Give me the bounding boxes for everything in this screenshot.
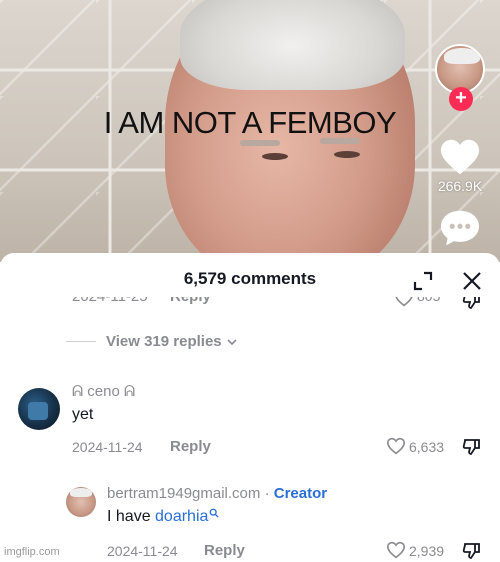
comment-text-prefix: I have bbox=[107, 508, 156, 525]
heart-icon[interactable] bbox=[439, 138, 481, 176]
search-link[interactable]: doarhia bbox=[155, 508, 208, 525]
creator-avatar-small[interactable] bbox=[66, 487, 96, 517]
comment-item: ᕱ ceno ᕱ yet 2024-11-24 Reply 6,633 bbox=[0, 378, 500, 468]
creator-username[interactable]: bertram1949gmail.com bbox=[107, 485, 260, 502]
like-count: 266.9K bbox=[437, 178, 483, 194]
comment-date: 2024-11-24 bbox=[107, 543, 178, 559]
cut-dislike-icon bbox=[462, 297, 480, 309]
close-icon[interactable] bbox=[461, 270, 483, 292]
reply-thread-line bbox=[66, 341, 96, 342]
view-replies-label: View 319 replies bbox=[106, 333, 222, 350]
heart-outline-icon[interactable] bbox=[386, 541, 406, 559]
reply-button[interactable]: Reply bbox=[170, 438, 211, 455]
left-eye bbox=[262, 153, 288, 160]
creator-username-line[interactable]: bertram1949gmail.com · Creator bbox=[107, 485, 327, 502]
dislike-icon[interactable] bbox=[462, 541, 482, 561]
watermark: imgflip.com bbox=[4, 546, 60, 558]
reply-button[interactable]: Reply bbox=[204, 542, 245, 559]
commenter-avatar[interactable] bbox=[18, 388, 60, 430]
view-replies-button[interactable]: View 319 replies bbox=[66, 333, 238, 350]
like-count: 6,633 bbox=[409, 439, 445, 455]
expand-icon[interactable] bbox=[412, 270, 434, 292]
right-eye bbox=[334, 151, 360, 158]
chevron-down-icon bbox=[227, 338, 237, 345]
cut-off-comment-row: 2024-11-25 Reply 805 bbox=[0, 297, 500, 313]
comment-text: yet bbox=[72, 406, 94, 423]
cut-date: 2024-11-25 bbox=[72, 297, 148, 305]
comment-date: 2024-11-24 bbox=[72, 439, 143, 455]
commenter-username[interactable]: ᕱ ceno ᕱ bbox=[72, 383, 135, 400]
video-caption-overlay: I AM NOT A FEMBOY bbox=[103, 105, 397, 140]
dislike-icon[interactable] bbox=[462, 437, 482, 457]
like-count: 2,939 bbox=[409, 543, 445, 559]
separator-dot: · bbox=[264, 485, 270, 502]
comment-text: I have doarhia bbox=[107, 508, 220, 526]
follow-plus-icon[interactable]: + bbox=[449, 87, 473, 111]
cut-heart-icon bbox=[395, 297, 413, 307]
video-player[interactable]: I AM NOT A FEMBOY + 266.9K bbox=[0, 0, 500, 262]
cut-reply: Reply bbox=[170, 297, 211, 305]
cut-count: 805 bbox=[417, 297, 440, 304]
sheet-header: 6,579 comments bbox=[0, 253, 500, 303]
search-icon[interactable] bbox=[209, 508, 220, 518]
heart-outline-icon[interactable] bbox=[386, 437, 406, 455]
person-hair bbox=[180, 0, 405, 90]
comments-sheet: 6,579 comments 2024-11-25 Reply 805 View… bbox=[0, 253, 500, 562]
comment-icon[interactable] bbox=[439, 209, 481, 247]
creator-badge: Creator bbox=[273, 485, 328, 502]
creator-reply-item: bertram1949gmail.com · Creator I have do… bbox=[0, 480, 500, 562]
